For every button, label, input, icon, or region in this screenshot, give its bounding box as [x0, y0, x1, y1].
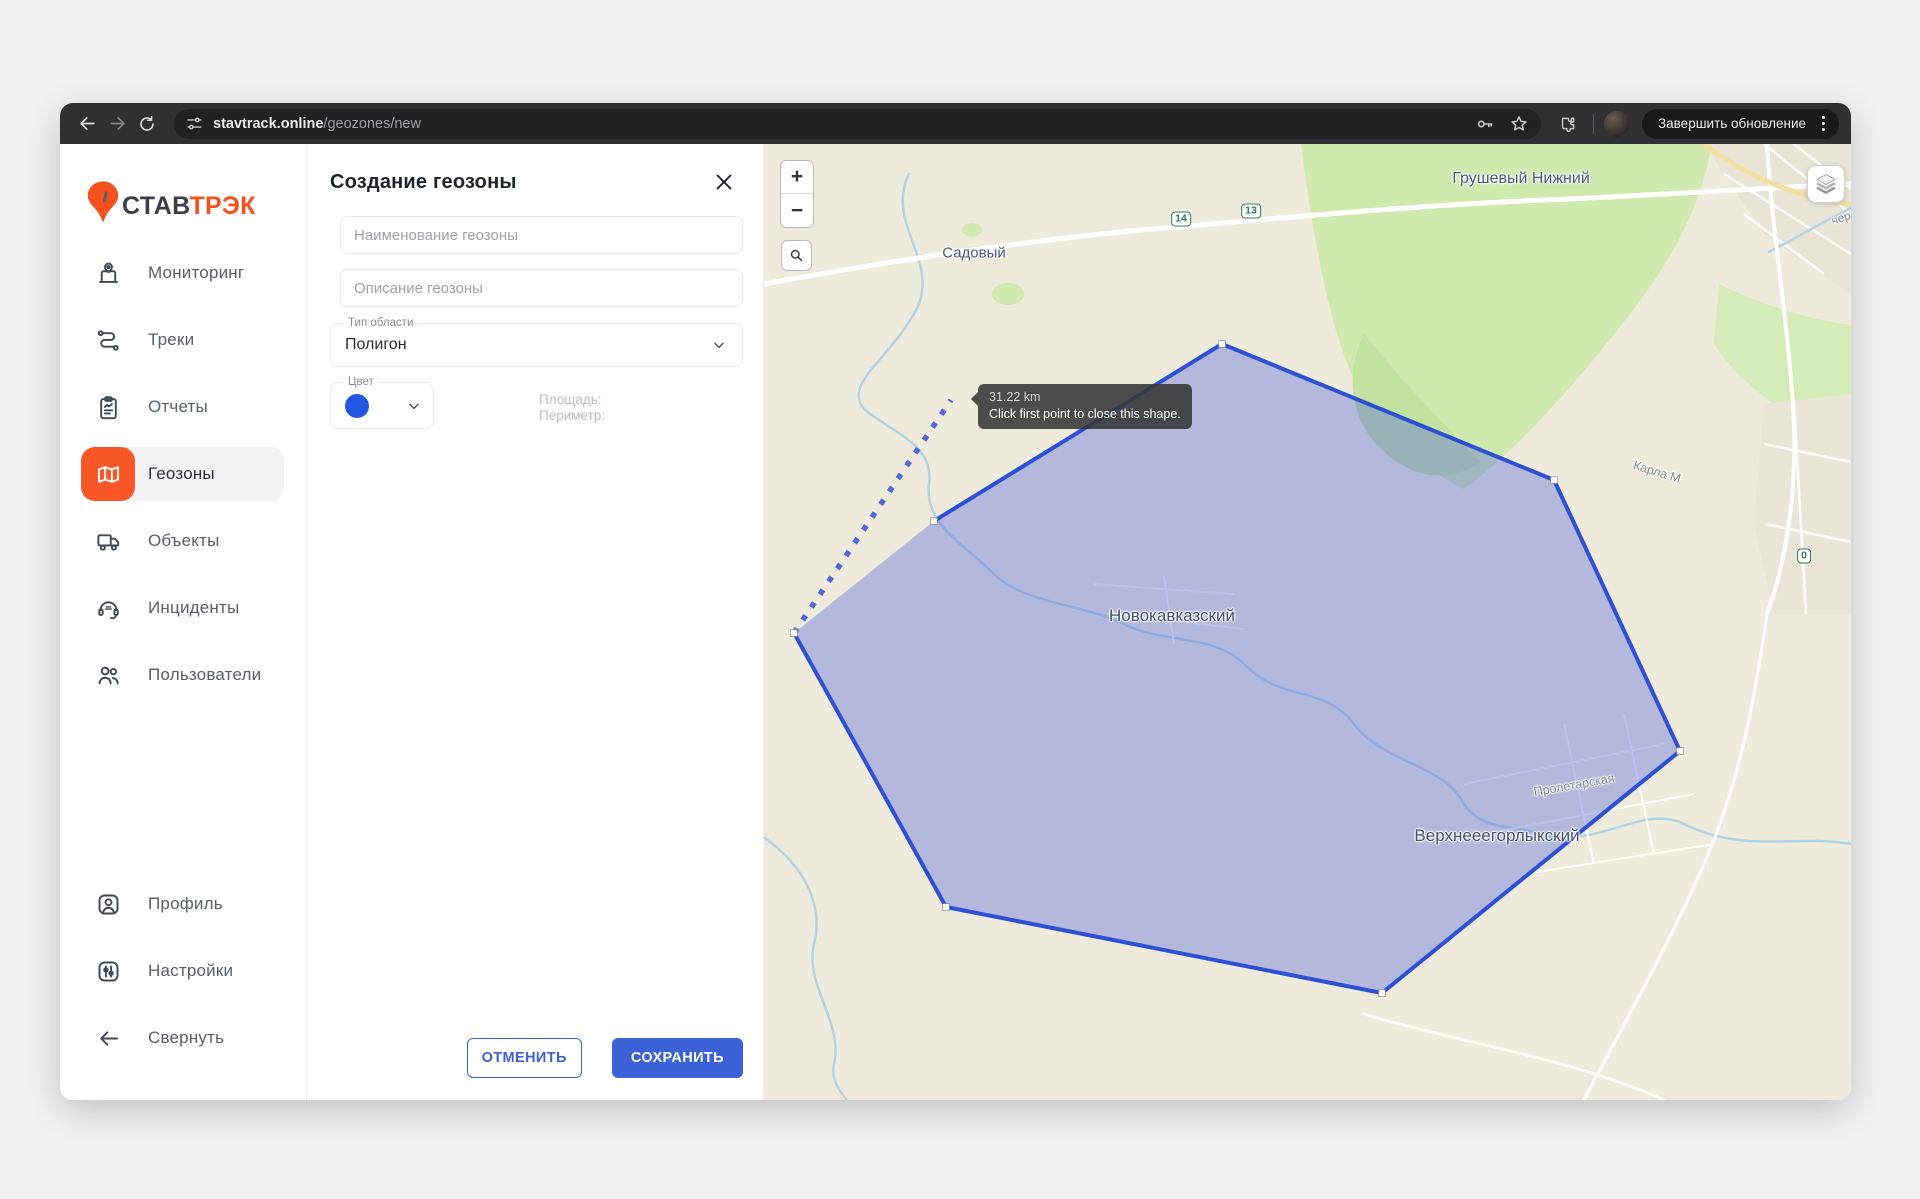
forward-button[interactable] — [102, 109, 132, 139]
sidebar-item-label: Объекты — [148, 531, 220, 551]
polygon-vertex-handle[interactable] — [1219, 341, 1226, 348]
map-tiles — [764, 144, 1851, 1100]
polygon-vertex-handle[interactable] — [931, 518, 938, 525]
url-text: stavtrack.online/geozones/new — [213, 116, 1465, 132]
settings-icon — [81, 944, 135, 998]
polygon-vertex-handle[interactable] — [1551, 477, 1558, 484]
profile-icon — [81, 877, 135, 931]
reports-icon — [81, 380, 135, 434]
sidebar-item-label: Геозоны — [148, 464, 215, 484]
incidents-icon — [81, 581, 135, 635]
sidebar-item-label: Пользователи — [148, 665, 261, 685]
browser-toolbar: stavtrack.online/geozones/new Завершить … — [60, 103, 1851, 144]
finish-update-label: Завершить обновление — [1658, 116, 1806, 131]
bookmark-star-icon[interactable] — [1509, 114, 1529, 134]
color-swatch — [345, 394, 369, 418]
geozone-metrics: Площадь: Периметр: — [539, 392, 605, 424]
save-button[interactable]: СОХРАНИТЬ — [612, 1038, 743, 1078]
sidebar: СТАВТРЭК Мониторинг — [60, 144, 307, 1100]
sidebar-item-incidents[interactable]: Инциденты — [81, 581, 284, 635]
geozone-polygon-fill[interactable] — [794, 344, 1680, 993]
town-area — [1754, 394, 1851, 614]
sidebar-item-label: Свернуть — [148, 1028, 224, 1048]
chrome-menu-icon — [1816, 116, 1831, 131]
sidebar-item-geozones[interactable]: Геозоны — [81, 447, 284, 501]
chevron-down-icon — [712, 338, 726, 352]
zoom-in-button[interactable]: + — [781, 161, 813, 194]
sidebar-item-label: Настройки — [148, 961, 233, 981]
chevron-down-icon — [407, 399, 421, 413]
layers-button[interactable] — [1807, 165, 1845, 203]
sidebar-item-objects[interactable]: Объекты — [81, 514, 284, 568]
zoom-control: + − — [780, 160, 814, 228]
area-type-value: Полигон — [345, 336, 712, 354]
users-icon — [81, 648, 135, 702]
sidebar-item-tracks[interactable]: Треки — [81, 313, 284, 367]
back-button[interactable] — [72, 109, 102, 139]
search-icon — [789, 248, 804, 263]
objects-icon — [81, 514, 135, 568]
site-info-icon[interactable] — [186, 115, 203, 132]
url-path: /geozones/new — [323, 116, 421, 132]
zoom-out-button[interactable]: − — [781, 194, 813, 227]
profile-avatar[interactable] — [1604, 111, 1630, 137]
layers-icon — [1813, 171, 1839, 197]
geozone-create-panel: Создание геозоны Тип области Полигон Цве… — [307, 144, 764, 1100]
extensions-puzzle-icon — [1559, 114, 1578, 133]
close-icon — [718, 176, 731, 189]
collapse-arrow-icon — [81, 1011, 135, 1065]
polygon-vertex-handle[interactable] — [791, 630, 798, 637]
polygon-vertex-handle[interactable] — [943, 904, 950, 911]
sidebar-item-settings[interactable]: Настройки — [81, 944, 284, 998]
browser-window: stavtrack.online/geozones/new Завершить … — [60, 103, 1851, 1100]
logo-text: СТАВТРЭК — [122, 192, 256, 221]
sidebar-item-label: Мониторинг — [148, 263, 244, 283]
sidebar-item-profile[interactable]: Профиль — [81, 877, 284, 931]
sidebar-item-label: Профиль — [148, 894, 223, 914]
sidebar-item-label: Отчеты — [148, 397, 208, 417]
sidebar-item-label: Инциденты — [148, 598, 239, 618]
back-icon — [81, 118, 94, 129]
url-bar[interactable]: stavtrack.online/geozones/new — [174, 109, 1541, 139]
color-label: Цвет — [343, 376, 379, 388]
logo-pin-icon — [86, 180, 120, 224]
color-select[interactable]: Цвет — [330, 382, 434, 429]
sidebar-item-collapse[interactable]: Свернуть — [81, 1011, 284, 1065]
close-panel-button[interactable] — [709, 167, 739, 197]
cancel-button[interactable]: ОТМЕНИТЬ — [467, 1038, 582, 1078]
app-logo: СТАВТРЭК — [86, 180, 306, 224]
monitoring-icon — [81, 246, 135, 300]
page-title: Создание геозоны — [330, 171, 517, 194]
url-domain: stavtrack.online — [213, 116, 323, 132]
reload-button[interactable] — [132, 109, 162, 139]
extensions-button[interactable] — [1553, 109, 1583, 139]
tracks-icon — [81, 313, 135, 367]
sidebar-item-reports[interactable]: Отчеты — [81, 380, 284, 434]
sidebar-footer: Профиль Настройки — [60, 877, 306, 1100]
area-type-label: Тип области — [343, 317, 418, 329]
forest-area — [962, 223, 982, 237]
area-type-select[interactable]: Тип области Полигон — [330, 323, 743, 367]
area-label: Площадь: — [539, 392, 605, 408]
sidebar-menu: Мониторинг Треки — [60, 246, 306, 715]
map-search-button[interactable] — [781, 240, 812, 271]
finish-update-button[interactable]: Завершить обновление — [1642, 109, 1839, 139]
forward-icon — [111, 118, 124, 129]
sidebar-item-label: Треки — [148, 330, 194, 350]
password-key-icon[interactable] — [1475, 114, 1495, 134]
polygon-vertex-handle[interactable] — [1379, 990, 1386, 997]
sidebar-item-users[interactable]: Пользователи — [81, 648, 284, 702]
forest-area — [992, 283, 1024, 305]
geozone-description-input[interactable] — [340, 269, 743, 307]
polygon-vertex-handle[interactable] — [1677, 748, 1684, 755]
map-canvas[interactable]: Грушевый Нижний Садовый Новокавказский В… — [764, 144, 1851, 1100]
toolbar-divider — [1593, 114, 1594, 134]
perimeter-label: Периметр: — [539, 408, 605, 424]
geozone-name-input[interactable] — [340, 216, 743, 254]
geozones-icon — [81, 447, 135, 501]
sidebar-item-monitoring[interactable]: Мониторинг — [81, 246, 284, 300]
reload-icon — [141, 116, 153, 130]
